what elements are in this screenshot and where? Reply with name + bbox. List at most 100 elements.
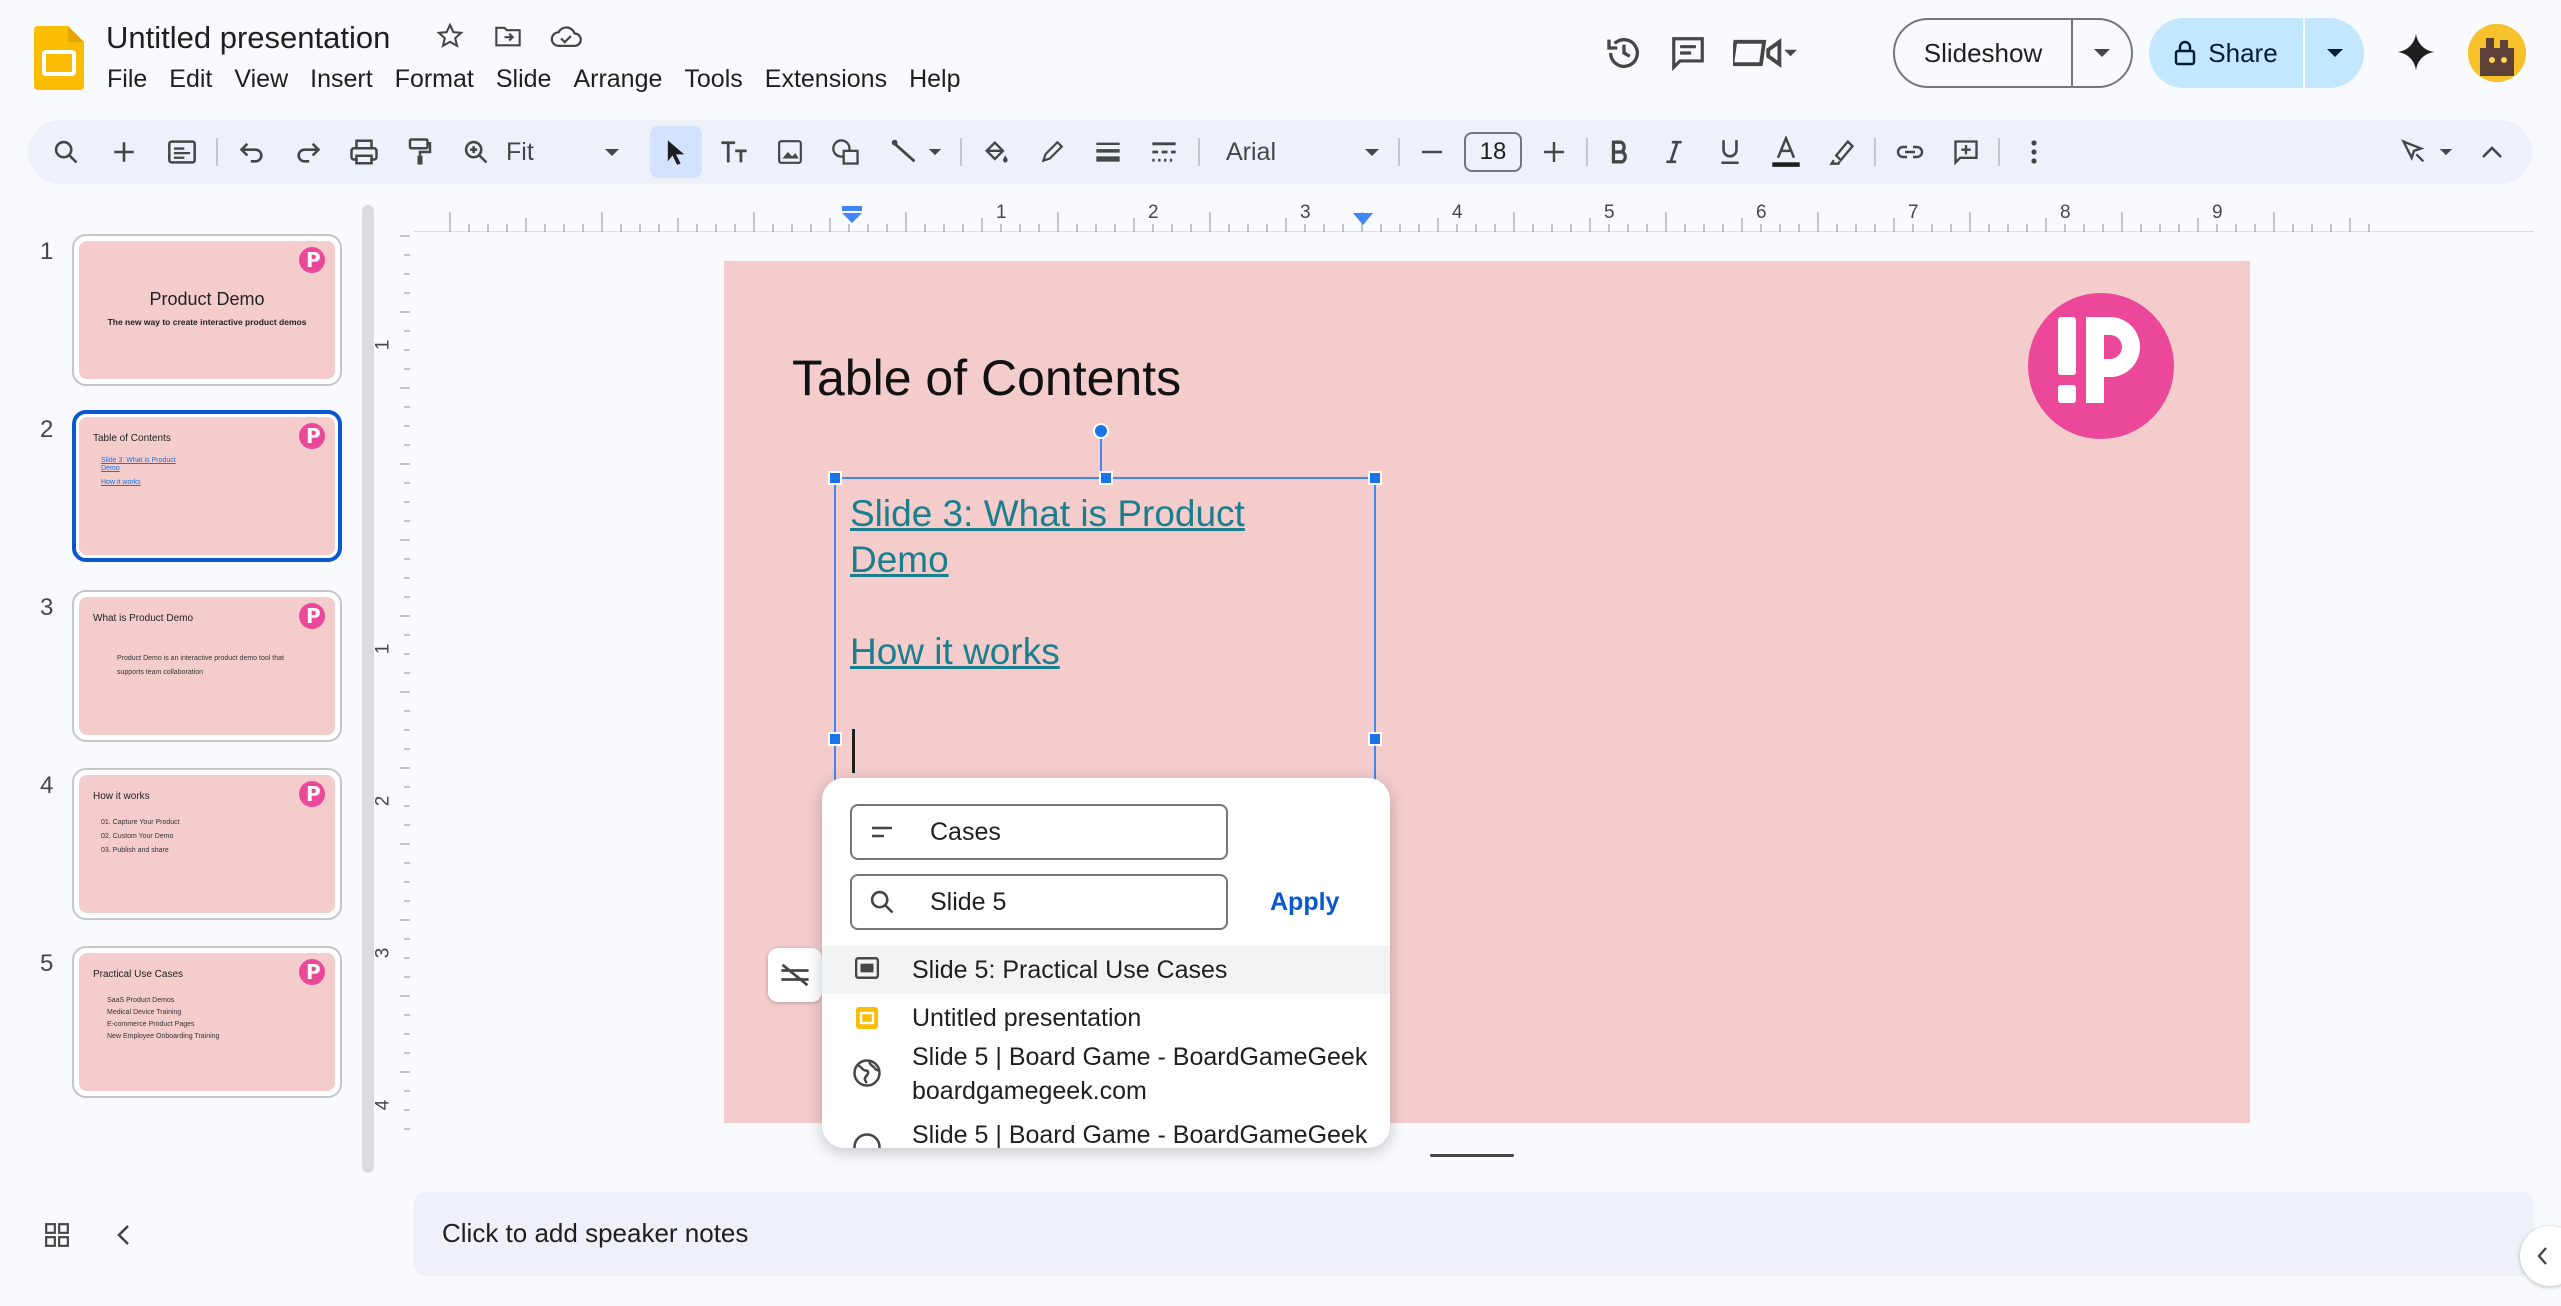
slide-thumbnail-4[interactable]: How it works 01. Capture Your Product 02…: [72, 768, 342, 920]
notes-resize-handle[interactable]: [1430, 1154, 1514, 1157]
product-logo-icon[interactable]: [2028, 293, 2174, 439]
line-tool-icon[interactable]: [880, 126, 952, 178]
vertical-ruler[interactable]: 1 1 2 3 4: [372, 232, 410, 1148]
menu-tools[interactable]: Tools: [673, 64, 753, 94]
menu-extensions[interactable]: Extensions: [754, 64, 898, 94]
slide-title[interactable]: Table of Contents: [792, 349, 1181, 407]
zoom-select[interactable]: Fit: [506, 126, 642, 178]
text-color-icon[interactable]: [1762, 126, 1810, 178]
link-slide-3[interactable]: Slide 3: What is Product Demo: [850, 491, 1290, 583]
star-icon[interactable]: [432, 18, 468, 54]
comments-icon[interactable]: [1656, 21, 1720, 85]
link-search-input[interactable]: Slide 5: [850, 874, 1228, 930]
slide-layout-icon[interactable]: [158, 126, 206, 178]
ruler-label: 5: [1604, 202, 1615, 223]
result-title: Slide 5 | Board Game - BoardGameGeek: [912, 1121, 1368, 1148]
font-family-value: Arial: [1226, 137, 1277, 166]
font-family-select[interactable]: Arial: [1218, 126, 1392, 178]
app-header: Untitled presentation File Edit View Ins…: [0, 0, 2561, 112]
document-title[interactable]: Untitled presentation: [106, 20, 390, 56]
menu-format[interactable]: Format: [384, 64, 485, 94]
border-color-icon[interactable]: [1028, 126, 1076, 178]
link-result-item[interactable]: Slide 5: Practical Use Cases: [822, 946, 1390, 994]
right-indent-marker-icon[interactable]: [1352, 212, 1374, 226]
thumb-title: Table of Contents: [93, 433, 171, 444]
share-dropdown-icon[interactable]: [2305, 18, 2364, 88]
slide-thumbnail-1[interactable]: Product Demo The new way to create inter…: [72, 234, 342, 386]
border-weight-icon[interactable]: [1084, 126, 1132, 178]
undo-icon[interactable]: [228, 126, 276, 178]
slideshow-button[interactable]: Slideshow: [1893, 18, 2133, 88]
result-title: Slide 5 | Board Game - BoardGameGeek: [912, 1043, 1368, 1071]
menu-arrange[interactable]: Arrange: [562, 64, 673, 94]
remove-link-icon[interactable]: [768, 948, 822, 1002]
menu-view[interactable]: View: [223, 64, 299, 94]
collapse-toolbar-icon[interactable]: [2468, 126, 2516, 178]
menu-file[interactable]: File: [96, 64, 158, 94]
underline-icon[interactable]: [1706, 126, 1754, 178]
grid-view-icon[interactable]: [44, 1222, 70, 1253]
shape-icon[interactable]: [822, 126, 870, 178]
user-avatar[interactable]: [2468, 24, 2526, 82]
resize-handle[interactable]: [1368, 732, 1382, 746]
insert-link-popup: Cases Slide 5 Apply Slide 5: Practical U…: [822, 778, 1390, 1148]
rotation-handle[interactable]: [1093, 423, 1109, 439]
link-result-item[interactable]: Slide 5 | Board Game - BoardGameGeek boa…: [822, 1040, 1390, 1112]
product-logo-icon: [299, 603, 325, 629]
menu-slide[interactable]: Slide: [485, 64, 563, 94]
thumb-line: Demo: [101, 465, 120, 472]
link-text-field[interactable]: Cases: [850, 804, 1228, 860]
menu-insert[interactable]: Insert: [299, 64, 384, 94]
gemini-sparkle-icon[interactable]: [2388, 24, 2444, 80]
slide-thumbnail-5[interactable]: Practical Use Cases SaaS Product Demos M…: [72, 946, 342, 1098]
cloud-saved-icon[interactable]: [548, 18, 584, 54]
link-how-it-works[interactable]: How it works: [850, 629, 1290, 675]
editing-mode-icon[interactable]: [2390, 126, 2462, 178]
thumb-line: How it works: [101, 479, 141, 486]
apply-link-button[interactable]: Apply: [1270, 888, 1339, 917]
select-cursor-icon[interactable]: [650, 126, 702, 178]
link-result-item[interactable]: Untitled presentation: [822, 996, 1390, 1044]
menu-help[interactable]: Help: [898, 64, 971, 94]
slideshow-label[interactable]: Slideshow: [1895, 20, 2073, 86]
resize-handle[interactable]: [828, 732, 842, 746]
text-box-icon[interactable]: [710, 126, 758, 178]
highlight-color-icon[interactable]: [1818, 126, 1866, 178]
fill-color-icon[interactable]: [972, 126, 1020, 178]
meet-camera-icon[interactable]: [1720, 21, 1810, 85]
slide-thumbnail-3[interactable]: What is Product Demo Product Demo is an …: [72, 590, 342, 742]
decrease-font-size-icon[interactable]: [1408, 126, 1456, 178]
resize-handle[interactable]: [828, 471, 842, 485]
border-dash-icon[interactable]: [1140, 126, 1188, 178]
more-options-icon[interactable]: [2010, 126, 2058, 178]
insert-image-icon[interactable]: [766, 126, 814, 178]
move-folder-icon[interactable]: [490, 18, 526, 54]
zoom-icon[interactable]: [452, 126, 500, 178]
italic-icon[interactable]: [1650, 126, 1698, 178]
slide-number: 2: [40, 416, 54, 443]
left-indent-marker-icon[interactable]: [840, 206, 864, 226]
print-icon[interactable]: [340, 126, 388, 178]
slideshow-dropdown-icon[interactable]: [2073, 20, 2131, 86]
slides-logo-icon[interactable]: [34, 26, 84, 90]
collapse-filmstrip-icon[interactable]: [116, 1224, 130, 1251]
increase-font-size-icon[interactable]: [1530, 126, 1578, 178]
new-slide-plus-icon[interactable]: [100, 126, 148, 178]
horizontal-ruler[interactable]: 1 2 3 4 5 6 7 8 9: [414, 200, 2534, 232]
font-size-input[interactable]: 18: [1464, 132, 1522, 172]
menu-edit[interactable]: Edit: [158, 64, 223, 94]
ruler-label: 1: [372, 643, 394, 655]
link-result-item[interactable]: Slide 5 | Board Game - BoardGameGeek: [822, 1118, 1390, 1148]
speaker-notes[interactable]: Click to add speaker notes: [414, 1192, 2534, 1276]
redo-icon[interactable]: [284, 126, 332, 178]
add-comment-icon[interactable]: [1942, 126, 1990, 178]
resize-handle[interactable]: [1368, 471, 1382, 485]
slide-thumbnail-2[interactable]: Table of Contents Slide 3: What is Produ…: [72, 410, 342, 562]
version-history-icon[interactable]: [1592, 21, 1656, 85]
bold-icon[interactable]: [1596, 126, 1644, 178]
share-button[interactable]: Share: [2149, 18, 2364, 88]
paint-format-icon[interactable]: [396, 126, 444, 178]
insert-link-icon[interactable]: [1886, 126, 1934, 178]
search-menus-icon[interactable]: [42, 126, 90, 178]
resize-handle[interactable]: [1099, 471, 1113, 485]
